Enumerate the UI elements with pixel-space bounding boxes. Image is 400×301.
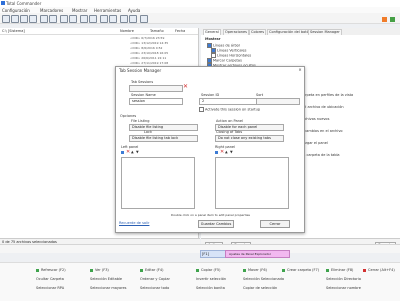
fn-row2[interactable]: Ordenar y Copiar	[140, 277, 170, 281]
exit-link[interactable]: Recuerde de salir	[119, 221, 149, 225]
save-changes-button[interactable]: Guardar Cambios	[198, 220, 234, 228]
dialog-title: Tab Session Manager	[119, 68, 162, 73]
session-name-label: Session Name	[131, 93, 156, 97]
closing-label: Closing of Tabs	[216, 130, 243, 134]
down-icon[interactable]: ▼	[136, 150, 139, 154]
delete-session-icon[interactable]: ✕	[183, 84, 188, 90]
tab-session-manager-dialog: Tab Session Manager × Tab Sessions ✕ Ses…	[115, 66, 305, 233]
fn-move[interactable]: Mover (F6)	[243, 268, 267, 272]
hint-text: Double click on a panel item to edit pan…	[171, 213, 250, 217]
col-date[interactable]: Fecha	[175, 29, 185, 33]
add-icon[interactable]	[121, 151, 124, 154]
down-icon[interactable]: ▼	[230, 150, 233, 154]
app-icon	[1, 1, 5, 5]
table-row[interactable]: <DIR> 23/10/2018 16:05	[130, 51, 198, 55]
fn-row3[interactable]: Seleccionar RPA	[36, 286, 64, 290]
remove-icon[interactable]: ✕	[126, 149, 130, 155]
copy-path-icon[interactable]	[140, 15, 148, 23]
left-panel-header: C:\ [Sistema] Nombre Tamaño Fecha	[0, 28, 198, 35]
lock-label: Lock	[144, 130, 152, 134]
explorer-settings-tab[interactable]: Ajustes de Panel Explorador	[225, 250, 290, 258]
session-id-label: Session ID	[201, 93, 220, 97]
forward-icon[interactable]	[49, 15, 57, 23]
fn-edit[interactable]: Editar (F4)	[140, 268, 163, 272]
action-label: Action on Panel	[216, 119, 243, 123]
table-row[interactable]: <DIR> 27/11/2019 17:08	[130, 61, 198, 65]
table-row[interactable]: <DIR> 26/6/2011 22:11	[130, 56, 198, 60]
option-text: en carpeta de la tabla	[301, 153, 340, 157]
dialog-title-bar: Tab Session Manager ×	[116, 67, 304, 74]
tab-sessions-label: Tab Sessions	[131, 80, 154, 84]
session-name-input[interactable]: session	[129, 98, 183, 105]
sort-label: Sort	[256, 93, 264, 97]
right-panel-list[interactable]	[215, 157, 289, 209]
list-view-icon[interactable]	[11, 15, 19, 23]
close-button[interactable]: Cerrar	[260, 220, 290, 228]
option-text: Cargar el panel	[301, 141, 328, 145]
tree-icon[interactable]	[29, 15, 37, 23]
fn-refresh[interactable]: Refrescar (F2)	[36, 268, 66, 272]
window-title: Total Commander	[6, 1, 42, 6]
option-text: del archivo de ubicación	[301, 105, 344, 109]
back-icon[interactable]	[40, 15, 48, 23]
file-listing-label: File Listing	[131, 119, 150, 123]
fn-row2[interactable]: Invertir selección	[196, 277, 226, 281]
search-icon[interactable]	[80, 15, 88, 23]
fn-view[interactable]: Ver (F3)	[90, 268, 109, 272]
fn-mkdir[interactable]: Crear carpeta (F7)	[282, 268, 319, 272]
section-title: Mostrar	[205, 37, 221, 41]
settings-icon[interactable]	[129, 15, 137, 23]
fn-row3[interactable]: Copiar de selección	[243, 286, 277, 290]
refresh-icon[interactable]	[2, 15, 10, 23]
table-row[interactable]: <DIR> 6/7/2016 23:59	[130, 36, 198, 40]
options-label: Opciones	[120, 114, 137, 118]
notepad-icon[interactable]	[120, 15, 128, 23]
panel-tab[interactable]: [F1]	[200, 250, 226, 258]
activate-checkbox[interactable]: Activate this session on startup	[199, 107, 260, 112]
lock-select[interactable]: Disable file listing tab lock	[129, 135, 198, 142]
rename-icon[interactable]	[89, 15, 97, 23]
table-row[interactable]: <DIR> 13/12/2019 14:35	[130, 41, 198, 45]
right-panel-label: Right panel	[215, 145, 236, 149]
up-icon[interactable]: ▲	[225, 150, 228, 154]
file-listing-select[interactable]: Disable file listing	[129, 124, 198, 131]
pack-icon[interactable]	[60, 15, 68, 23]
add-icon[interactable]	[215, 151, 218, 154]
left-panel-list[interactable]	[121, 157, 195, 209]
tab-sessions-select[interactable]	[129, 85, 183, 92]
fn-delete[interactable]: Eliminar (F8)	[326, 268, 353, 272]
fn-row3[interactable]: Selección bonita	[196, 286, 225, 290]
fn-exit[interactable]: Cerrar (Alt+F4)	[363, 268, 395, 272]
disconnect-icon[interactable]	[109, 15, 117, 23]
function-key-bar: Refrescar (F2) Ver (F3) Editar (F4) Copi…	[0, 262, 400, 301]
fn-row2[interactable]: Selección Seleccionada	[243, 277, 284, 281]
up-icon[interactable]: ▲	[131, 150, 134, 154]
fn-row3[interactable]: Seleccionar mayores	[90, 286, 126, 290]
option-text: carpeta en perfiles de la vista	[301, 93, 354, 97]
fn-row2[interactable]: Ocultar Carpeta	[36, 277, 64, 281]
toolbar	[0, 13, 400, 24]
session-id-input[interactable]: 2	[199, 98, 258, 105]
col-size[interactable]: Tamaño	[150, 29, 164, 33]
close-icon[interactable]: ×	[298, 68, 302, 72]
table-row[interactable]: <DIR> 8/6/2016 0:52	[130, 46, 198, 50]
fn-row3[interactable]: Seleccionar todo	[140, 286, 169, 290]
unpack-icon[interactable]	[69, 15, 77, 23]
col-name[interactable]: Nombre	[120, 29, 134, 33]
option-text: a cambios en el archivo	[301, 129, 343, 133]
detail-view-icon[interactable]	[20, 15, 28, 23]
fn-row3[interactable]: Seleccionar nombre	[326, 286, 361, 290]
ftp-icon[interactable]	[100, 15, 108, 23]
fn-row2[interactable]: Selección Editable	[90, 277, 122, 281]
remove-icon[interactable]: ✕	[220, 149, 224, 155]
drive-label: C:\ [Sistema]	[2, 29, 25, 33]
fn-row2[interactable]: Selección Directorio	[326, 277, 361, 281]
closing-select[interactable]: Do not close any existing tabs	[215, 135, 284, 142]
green-icon[interactable]	[390, 17, 395, 22]
option-text: archivos nuevos	[301, 117, 330, 121]
orange-icon[interactable]	[382, 17, 387, 22]
sort-select[interactable]	[256, 98, 300, 105]
fn-copy[interactable]: Copiar (F5)	[196, 268, 220, 272]
